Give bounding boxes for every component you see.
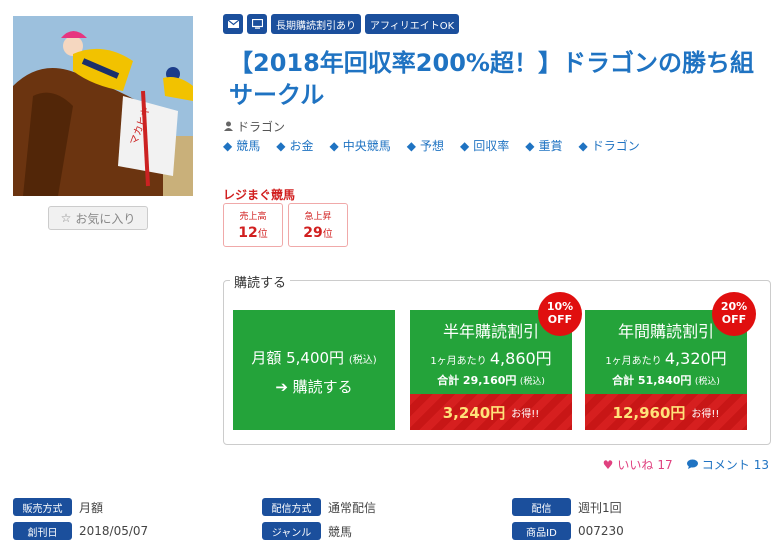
page-title: 【2018年回収率200%超！】ドラゴンの勝ち組サークル bbox=[229, 49, 754, 109]
like-button[interactable]: ♥ いいね 17 bbox=[603, 456, 673, 473]
star-icon: ☆ bbox=[60, 211, 72, 225]
tag-icon: ◆ bbox=[578, 138, 588, 153]
discount-badge: 20% OFF bbox=[712, 292, 756, 336]
meta-delivery: 配信 週刊1回 bbox=[512, 498, 622, 516]
badge-long-term-discount: 長期購読割引あり bbox=[271, 14, 361, 34]
comment-button[interactable]: コメント 13 bbox=[686, 456, 769, 473]
mail-icon bbox=[223, 14, 243, 34]
meta-genre: ジャンル 競馬 bbox=[262, 522, 352, 540]
tag-item[interactable]: ◆ 予想 bbox=[407, 137, 444, 154]
comment-icon bbox=[686, 458, 698, 472]
tag-icon: ◆ bbox=[525, 138, 535, 153]
tag-item[interactable]: ◆ 重賞 bbox=[525, 137, 562, 154]
tag-item[interactable]: ◆ 回収率 bbox=[460, 137, 509, 154]
monitor-icon bbox=[247, 14, 267, 34]
subscribe-legend: 購読する bbox=[230, 272, 291, 291]
discount-badge: 10% OFF bbox=[538, 292, 582, 336]
author-name: ドラゴン bbox=[237, 120, 286, 134]
badge-row: 長期購読割引あり アフィリエイトOK bbox=[223, 14, 460, 34]
tag-item[interactable]: ◆ ドラゴン bbox=[579, 137, 640, 154]
meta-product-id: 商品ID 007230 bbox=[512, 522, 624, 540]
meta-delivery-method: 配信方式 通常配信 bbox=[262, 498, 376, 516]
ranking-heading: レジまぐ競馬 bbox=[223, 188, 296, 202]
meta-launch-date: 創刊日 2018/05/07 bbox=[13, 522, 148, 540]
user-icon bbox=[224, 120, 233, 134]
author[interactable]: ドラゴン bbox=[224, 118, 285, 135]
tag-icon: ◆ bbox=[276, 138, 286, 153]
savings-banner: 3,240円 お得!! bbox=[410, 394, 572, 430]
tag-item[interactable]: ◆ 競馬 bbox=[223, 137, 260, 154]
heart-icon: ♥ bbox=[602, 457, 614, 472]
tag-item[interactable]: ◆ お金 bbox=[276, 137, 313, 154]
arrow-right-icon: ➔ bbox=[275, 378, 288, 396]
favorite-label: お気に入り bbox=[75, 211, 136, 226]
meta-sales-type: 販売方式 月額 bbox=[13, 498, 103, 516]
social-bar: ♥ いいね 17 コメント 13 bbox=[603, 456, 769, 473]
monthly-subscribe-button[interactable]: 月額 5,400円 (税込) ➔ 購読する bbox=[233, 310, 395, 430]
savings-banner: 12,960円 お得!! bbox=[585, 394, 747, 430]
ranking-sales[interactable]: 売上高 12位 bbox=[223, 203, 283, 247]
product-thumbnail: マカヒキ bbox=[13, 16, 193, 196]
tag-icon: ◆ bbox=[223, 138, 233, 153]
badge-affiliate-ok: アフィリエイトOK bbox=[365, 14, 460, 34]
tag-icon: ◆ bbox=[406, 138, 416, 153]
tag-icon: ◆ bbox=[460, 138, 470, 153]
ranking-rising[interactable]: 急上昇 29位 bbox=[288, 203, 348, 247]
tag-icon: ◆ bbox=[329, 138, 339, 153]
tag-list: ◆ 競馬 ◆ お金 ◆ 中央競馬 ◆ 予想 ◆ 回収率 ◆ 重賞 ◆ ドラゴン bbox=[223, 137, 640, 154]
favorite-button[interactable]: ☆ お気に入り bbox=[48, 206, 148, 230]
tag-item[interactable]: ◆ 中央競馬 bbox=[330, 137, 391, 154]
